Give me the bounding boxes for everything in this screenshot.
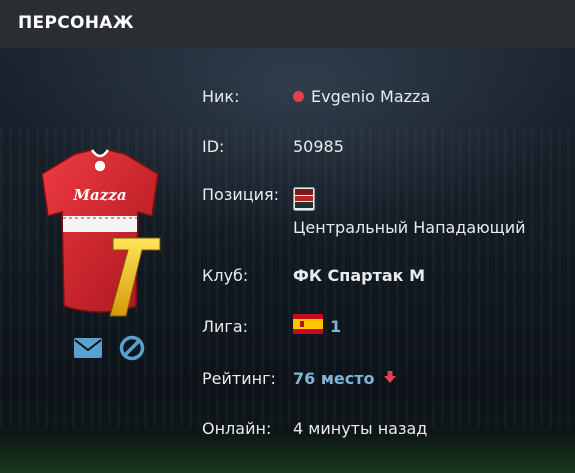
online-status-dot bbox=[293, 90, 304, 102]
rating-link[interactable]: 76 место bbox=[293, 369, 375, 388]
position-value: Центральный Нападающий bbox=[293, 218, 526, 237]
nick-value: Evgenio Mazza bbox=[311, 87, 431, 106]
nick-label: Ник: bbox=[202, 87, 240, 106]
league-link[interactable]: 1 bbox=[330, 317, 341, 336]
panel-header: ПЕРСОНАЖ bbox=[0, 0, 575, 49]
panel-title: ПЕРСОНАЖ bbox=[18, 13, 134, 33]
online-label: Онлайн: bbox=[202, 419, 272, 438]
online-value: 4 минуты назад bbox=[293, 419, 428, 438]
spain-flag-icon bbox=[293, 314, 323, 338]
block-icon[interactable] bbox=[116, 334, 148, 362]
rating-label: Рейтинг: bbox=[202, 369, 276, 388]
club-label: Клуб: bbox=[202, 266, 249, 285]
id-value: 50985 bbox=[293, 137, 344, 156]
club-link[interactable]: ФК Спартак М bbox=[293, 266, 425, 285]
position-label: Позиция: bbox=[202, 185, 280, 204]
position-badge-icon bbox=[293, 187, 315, 215]
jersey-name: Mazza bbox=[73, 186, 127, 204]
envelope-icon[interactable] bbox=[72, 334, 104, 362]
down-arrow-icon bbox=[383, 369, 397, 388]
player-jersey: Mazza 7 bbox=[30, 146, 170, 336]
character-panel: ПЕРСОНАЖ Mazza Ник: Evgenio Mazza ID: 50… bbox=[0, 0, 575, 473]
league-label: Лига: bbox=[202, 317, 249, 336]
id-label: ID: bbox=[202, 137, 225, 156]
